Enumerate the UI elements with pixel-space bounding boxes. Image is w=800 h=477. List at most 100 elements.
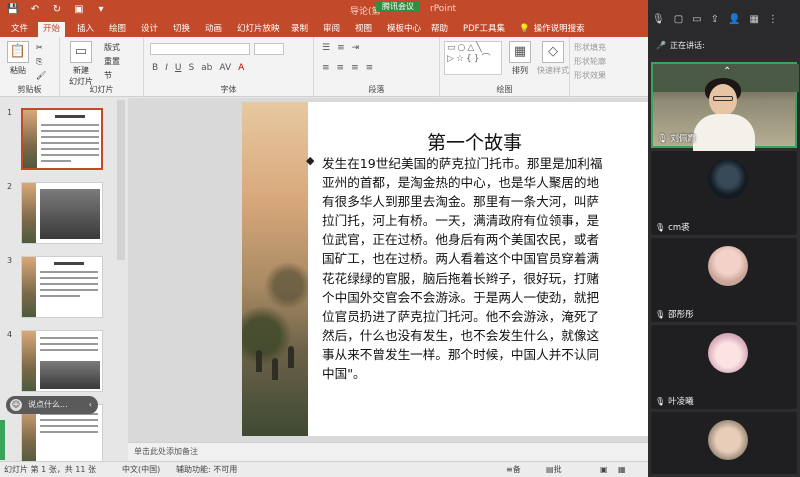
undo-icon[interactable]: ↶ <box>28 3 42 17</box>
tab-template-center[interactable]: 模板中心 <box>382 22 426 37</box>
arrange-button[interactable]: ▦ 排列 <box>506 41 534 76</box>
accessibility-indicator[interactable]: 辅助功能: 不可用 <box>176 462 237 477</box>
thumb-number: 2 <box>7 182 13 191</box>
tab-transitions[interactable]: 切换 <box>168 22 195 37</box>
slide-thumbnail-2[interactable] <box>21 182 103 244</box>
tab-file[interactable]: 文件 <box>6 22 33 37</box>
group-slides: ▭ 新建 幻灯片 版式 重置 节 幻灯片 <box>60 37 144 97</box>
new-slide-button[interactable]: ▭ 新建 幻灯片 <box>64 41 98 87</box>
justify-icon[interactable]: ≡ <box>366 63 374 73</box>
chevron-up-icon[interactable]: ⌃ <box>723 66 731 77</box>
notes-toggle-label: 备注 <box>512 465 521 474</box>
cut-icon[interactable]: ✂ <box>36 43 43 52</box>
slide-body-text[interactable]: 发生在19世纪美国的萨克拉门托市。那里是加利福 亚州的首都，是淘金热的中心，也是华… <box>310 154 645 383</box>
meeting-chat-input[interactable]: ☺ 说点什么... ‹ <box>6 396 98 414</box>
participant-name-text: 邵彤彤 <box>668 310 694 320</box>
save-icon[interactable]: 💾 <box>6 3 20 17</box>
current-slide[interactable]: 第一个故事 ◆ 发生在19世纪美国的萨克拉门托市。那里是加利福 亚州的首都，是淘金… <box>242 102 648 436</box>
comments-toggle[interactable]: ▤ 批注 <box>546 462 562 477</box>
group-shape-format: 形状填充 形状轮廓 形状效果 <box>570 37 648 97</box>
align-right-icon[interactable]: ≡ <box>351 63 359 73</box>
participant-tile[interactable]: 🎙 叶凌曦 <box>651 325 797 409</box>
slide-thumbnail-3[interactable] <box>21 256 103 318</box>
slide-thumbnail-1[interactable] <box>21 108 103 170</box>
thumbnail-scrollbar[interactable] <box>117 100 125 260</box>
group-label: 剪贴板 <box>17 85 42 94</box>
shape-effect-button[interactable]: 形状效果 <box>574 70 606 81</box>
shape-outline-button[interactable]: 形状轮廓 <box>574 56 606 67</box>
participant-tile[interactable] <box>651 412 797 474</box>
shapes-gallery[interactable]: ▭○△╲ ▷☆{}⌒ <box>444 41 502 75</box>
camera-icon[interactable]: ▭ <box>692 14 701 25</box>
slide-thumbnail-4[interactable] <box>21 330 103 392</box>
thumb-title-line <box>54 262 84 265</box>
quick-styles-button[interactable]: ◇ 快速样式 <box>536 41 570 76</box>
chat-icon[interactable]: ▢ <box>674 14 683 25</box>
italic-icon[interactable]: I <box>165 63 168 73</box>
share-icon[interactable]: ⇪ <box>711 14 719 25</box>
slide-title[interactable]: 第一个故事 <box>427 128 522 155</box>
participant-video-tile[interactable]: ⌃ 🎙 刘佩霞 <box>651 62 799 154</box>
painting-figure <box>288 346 294 368</box>
arrange-icon: ▦ <box>509 41 531 63</box>
layout-icon[interactable]: ▦ <box>749 14 758 25</box>
chevron-left-icon[interactable]: ‹ <box>89 396 92 414</box>
layout-button[interactable]: 版式 <box>104 42 120 53</box>
tab-help[interactable]: 帮助 <box>426 22 453 37</box>
thumb-text-line <box>40 419 98 421</box>
emoji-icon[interactable]: ☺ <box>10 399 22 411</box>
body-line: 国矿工，也在过桥。两人看着这个中国官员穿着满 <box>322 251 600 267</box>
indent-icon[interactable]: ⇥ <box>352 43 360 53</box>
copy-icon[interactable]: ⎘ <box>36 57 42 67</box>
more-icon[interactable]: ⋮ <box>768 14 778 25</box>
language-indicator[interactable]: 中文(中国) <box>122 462 160 477</box>
reset-button[interactable]: 重置 <box>104 56 120 67</box>
body-line: 个中国外交官会不会游泳。于是两人一使劲，就把 <box>322 289 600 305</box>
thumb-art <box>22 257 36 317</box>
bold-icon[interactable]: B <box>152 63 158 73</box>
section-button[interactable]: 节 <box>104 70 112 81</box>
underline-icon[interactable]: U <box>175 63 182 73</box>
tab-pdf-tools[interactable]: PDF工具集 <box>458 22 510 37</box>
participants-icon[interactable]: 👤 <box>728 14 740 25</box>
strikethrough-icon[interactable]: S <box>188 63 194 73</box>
numbering-icon[interactable]: ≡ <box>337 43 345 53</box>
participant-tile[interactable]: 🎙 邵彤彤 <box>651 238 797 322</box>
notes-pane[interactable]: 单击此处添加备注 <box>128 442 648 461</box>
present-icon[interactable]: ▣ <box>72 3 86 17</box>
format-painter-icon[interactable]: 🖌 <box>36 71 46 80</box>
participant-avatar <box>708 246 748 286</box>
meeting-toolbar: 🎙 ▢ ▭ ⇪ 👤 ▦ ⋮ <box>652 14 778 25</box>
align-center-icon[interactable]: ≡ <box>337 63 345 73</box>
meeting-indicator[interactable]: 腾讯会议 <box>376 1 420 12</box>
tab-review[interactable]: 审阅 <box>318 22 345 37</box>
tell-me-label: 操作说明搜索 <box>533 24 585 34</box>
sorter-view-icon[interactable]: ▦ <box>618 462 626 477</box>
tab-draw[interactable]: 绘图 <box>104 22 131 37</box>
mic-icon[interactable]: 🎙 <box>652 14 665 25</box>
bullets-icon[interactable]: ☰ <box>322 43 330 53</box>
tab-slideshow[interactable]: 幻灯片放映 <box>232 22 285 37</box>
qat-more-icon[interactable]: ▾ <box>94 3 108 17</box>
tab-design[interactable]: 设计 <box>136 22 163 37</box>
font-size-select[interactable] <box>254 43 284 55</box>
paste-icon: 📋 <box>7 41 29 63</box>
normal-view-icon[interactable]: ▣ <box>600 462 608 477</box>
char-spacing-icon[interactable]: AV <box>219 63 231 73</box>
tab-view[interactable]: 视图 <box>350 22 377 37</box>
thumb-photo <box>40 189 100 239</box>
tab-record[interactable]: 录制 <box>286 22 313 37</box>
paste-button[interactable]: 📋 粘贴 <box>4 41 32 76</box>
redo-icon[interactable]: ↻ <box>50 3 64 17</box>
shape-fill-button[interactable]: 形状填充 <box>574 42 606 53</box>
tab-home[interactable]: 开始 <box>38 22 66 37</box>
tell-me-search[interactable]: 💡 操作说明搜索 <box>514 22 590 37</box>
align-left-icon[interactable]: ≡ <box>322 63 330 73</box>
font-name-select[interactable] <box>150 43 250 55</box>
font-color-icon[interactable]: A <box>238 63 244 73</box>
shadow-icon[interactable]: ab <box>201 63 212 73</box>
participant-tile[interactable]: 🎙 cm裘 <box>651 151 797 235</box>
notes-toggle[interactable]: ≡ 备注 <box>506 462 521 477</box>
tab-insert[interactable]: 插入 <box>72 22 99 37</box>
tab-animations[interactable]: 动画 <box>200 22 227 37</box>
